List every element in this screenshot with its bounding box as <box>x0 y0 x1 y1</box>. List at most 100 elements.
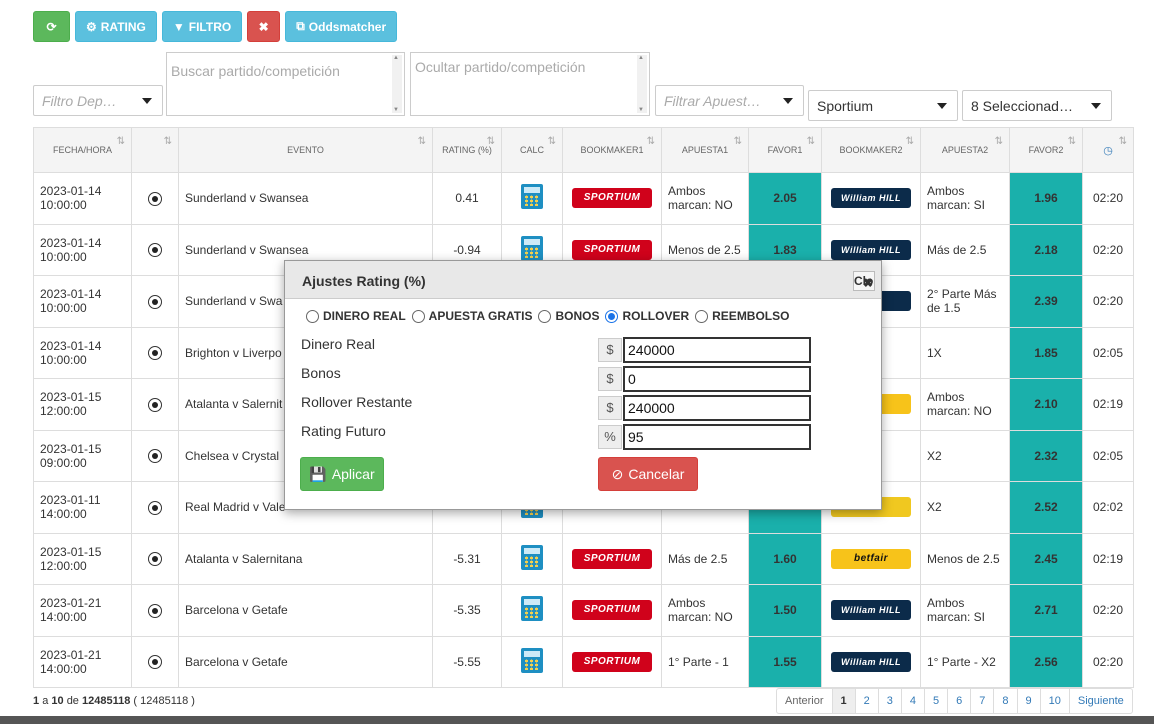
evento-cell[interactable]: Barcelona v Getafe <box>178 584 433 637</box>
bookmaker-logo[interactable]: SPORTIUM <box>572 651 652 672</box>
pager-page-2[interactable]: 2 <box>854 689 878 713</box>
radio-bonos[interactable]: BONOS <box>538 309 599 323</box>
field-input[interactable] <box>623 395 811 421</box>
scrollbar[interactable] <box>392 55 402 113</box>
field-input[interactable] <box>623 424 811 450</box>
ocultar-partido-input[interactable]: Ocultar partido/competición <box>410 52 650 116</box>
radio-circle[interactable] <box>411 309 425 323</box>
radio-circle[interactable] <box>605 309 619 323</box>
refresh-button[interactable]: ⟳ <box>33 11 70 42</box>
column-header-4[interactable]: CALC ⇅ <box>501 127 563 173</box>
favor2-cell[interactable]: 2.45 <box>1009 532 1083 585</box>
column-header-2[interactable]: EVENTO ⇅ <box>178 127 433 173</box>
rating-button[interactable]: ⚙ RATING <box>75 11 157 42</box>
apuesta-filter-select[interactable]: Filtrar Apuest… <box>655 85 804 116</box>
pager-page-1[interactable]: 1 <box>831 689 855 713</box>
evento-cell[interactable]: Sunderland v Swansea <box>178 172 433 225</box>
radio-rollover[interactable]: ROLLOVER <box>605 309 689 323</box>
table-header-row: FECHA/HORA ⇅ ⇅ EVENTO ⇅ RATING (%) ⇅ CALC ⇅ BOOKM… <box>33 127 1134 173</box>
pager-prev[interactable]: Anterior <box>777 689 832 713</box>
favor2-cell[interactable]: 2.10 <box>1009 378 1083 431</box>
bookmaker-logo[interactable]: SPORTIUM <box>572 239 652 260</box>
bookmaker-logo[interactable]: SPORTIUM <box>572 188 652 209</box>
sort-icon[interactable]: ⇅ <box>647 136 655 147</box>
bookmaker-logo[interactable]: SPORTIUM <box>572 548 652 569</box>
radio-dinero-real[interactable]: DINERO REAL <box>306 309 406 323</box>
pager-page-5[interactable]: 5 <box>924 689 947 713</box>
pager-page-7[interactable]: 7 <box>970 689 993 713</box>
column-header-5[interactable]: BOOKMAKER1 ⇅ <box>562 127 662 173</box>
sort-icon[interactable]: ⇅ <box>906 136 914 147</box>
favor2-cell[interactable]: 2.71 <box>1009 584 1083 637</box>
bookmaker-logo[interactable]: SPORTIUM <box>572 600 652 621</box>
radio-circle[interactable] <box>306 309 319 323</box>
sort-icon[interactable]: ⇅ <box>807 136 815 147</box>
pager-next[interactable]: Siguiente <box>1068 689 1132 713</box>
bookmaker-logo[interactable]: William HILL <box>831 651 911 672</box>
clear-button[interactable]: ✖ <box>247 11 281 42</box>
radio-reembolso[interactable]: REEMBOLSO <box>695 309 789 323</box>
sort-icon[interactable]: ⇅ <box>1068 136 1076 147</box>
sort-icon[interactable]: ⇅ <box>164 136 172 147</box>
field-input[interactable] <box>623 366 811 392</box>
column-header-1[interactable]: ⇅ <box>131 127 179 173</box>
radio-circle[interactable] <box>538 309 552 323</box>
bookmaker-logo[interactable]: William HILL <box>831 188 911 209</box>
favor2-cell[interactable]: 2.32 <box>1009 429 1083 482</box>
radio-apuesta-gratis[interactable]: APUESTA GRATIS <box>411 309 532 323</box>
pager-page-8[interactable]: 8 <box>993 689 1016 713</box>
scrollbar[interactable] <box>637 55 647 113</box>
pager-page-4[interactable]: 4 <box>900 689 924 713</box>
sort-icon[interactable]: ⇅ <box>734 136 742 147</box>
field-input[interactable] <box>623 337 811 363</box>
pager-page-9[interactable]: 9 <box>1016 689 1040 713</box>
pager-page-10[interactable]: 10 <box>1039 689 1069 713</box>
favor2-cell[interactable]: 1.85 <box>1009 326 1083 379</box>
column-header-11[interactable]: ◷ ⇅ <box>1082 127 1134 173</box>
favor2-cell[interactable]: 2.18 <box>1009 223 1083 276</box>
favor1-cell[interactable]: 2.05 <box>748 172 822 225</box>
favor2-cell[interactable]: 2.39 <box>1009 275 1083 328</box>
calculator-icon[interactable] <box>521 596 543 622</box>
sort-icon[interactable]: ⇅ <box>995 136 1003 147</box>
seleccionados-select[interactable]: 8 Seleccionad… <box>962 90 1112 121</box>
evento-cell[interactable]: Atalanta v Salernitana <box>178 532 433 585</box>
oddsmatcher-button[interactable]: ⧉ Oddsmatcher <box>285 11 398 42</box>
favor2-cell[interactable]: 1.96 <box>1009 172 1083 225</box>
column-header-3[interactable]: RATING (%) ⇅ <box>432 127 502 173</box>
favor1-cell[interactable]: 1.60 <box>748 532 822 585</box>
bookmaker-logo[interactable]: betfair <box>831 548 911 569</box>
column-header-6[interactable]: APUESTA1 ⇅ <box>661 127 749 173</box>
sort-icon[interactable]: ⇅ <box>418 136 426 147</box>
sort-icon[interactable]: ⇅ <box>117 136 125 147</box>
cancel-button[interactable]: ⊘ Cancelar <box>598 457 698 491</box>
favor2-cell[interactable]: 2.52 <box>1009 481 1083 534</box>
apply-button[interactable]: 💾 Aplicar <box>300 457 384 491</box>
favor1-cell[interactable]: 1.55 <box>748 635 822 688</box>
column-header-0[interactable]: FECHA/HORA ⇅ <box>33 127 132 173</box>
buscar-partido-input[interactable]: Buscar partido/competición <box>166 52 405 116</box>
column-header-10[interactable]: FAVOR2 ⇅ <box>1009 127 1083 173</box>
calculator-icon[interactable] <box>521 647 543 673</box>
modal-close-button[interactable]: Clos ✖ <box>853 271 875 291</box>
favor2-cell[interactable]: 2.56 <box>1009 635 1083 688</box>
column-header-9[interactable]: APUESTA2 ⇅ <box>920 127 1010 173</box>
calculator-icon[interactable] <box>521 544 543 570</box>
calculator-icon[interactable] <box>521 184 543 210</box>
calculator-icon[interactable] <box>521 235 543 261</box>
column-header-7[interactable]: FAVOR1 ⇅ <box>748 127 822 173</box>
column-header-8[interactable]: BOOKMAKER2 ⇅ <box>821 127 921 173</box>
bookmaker-select[interactable]: Sportium <box>808 90 958 121</box>
pager-page-3[interactable]: 3 <box>877 689 901 713</box>
radio-circle[interactable] <box>695 309 709 323</box>
sort-icon[interactable]: ⇅ <box>1119 136 1127 147</box>
bookmaker-logo[interactable]: William HILL <box>831 600 911 621</box>
sort-icon[interactable]: ⇅ <box>548 136 556 147</box>
filtro-button[interactable]: ▼ FILTRO <box>161 11 243 42</box>
deporte-filter-select[interactable]: Filtro Dep… <box>33 85 163 116</box>
favor1-cell[interactable]: 1.50 <box>748 584 822 637</box>
sort-icon[interactable]: ⇅ <box>487 136 495 147</box>
evento-cell[interactable]: Barcelona v Getafe <box>178 635 433 688</box>
bookmaker-logo[interactable]: William HILL <box>831 239 911 260</box>
pager-page-6[interactable]: 6 <box>947 689 970 713</box>
